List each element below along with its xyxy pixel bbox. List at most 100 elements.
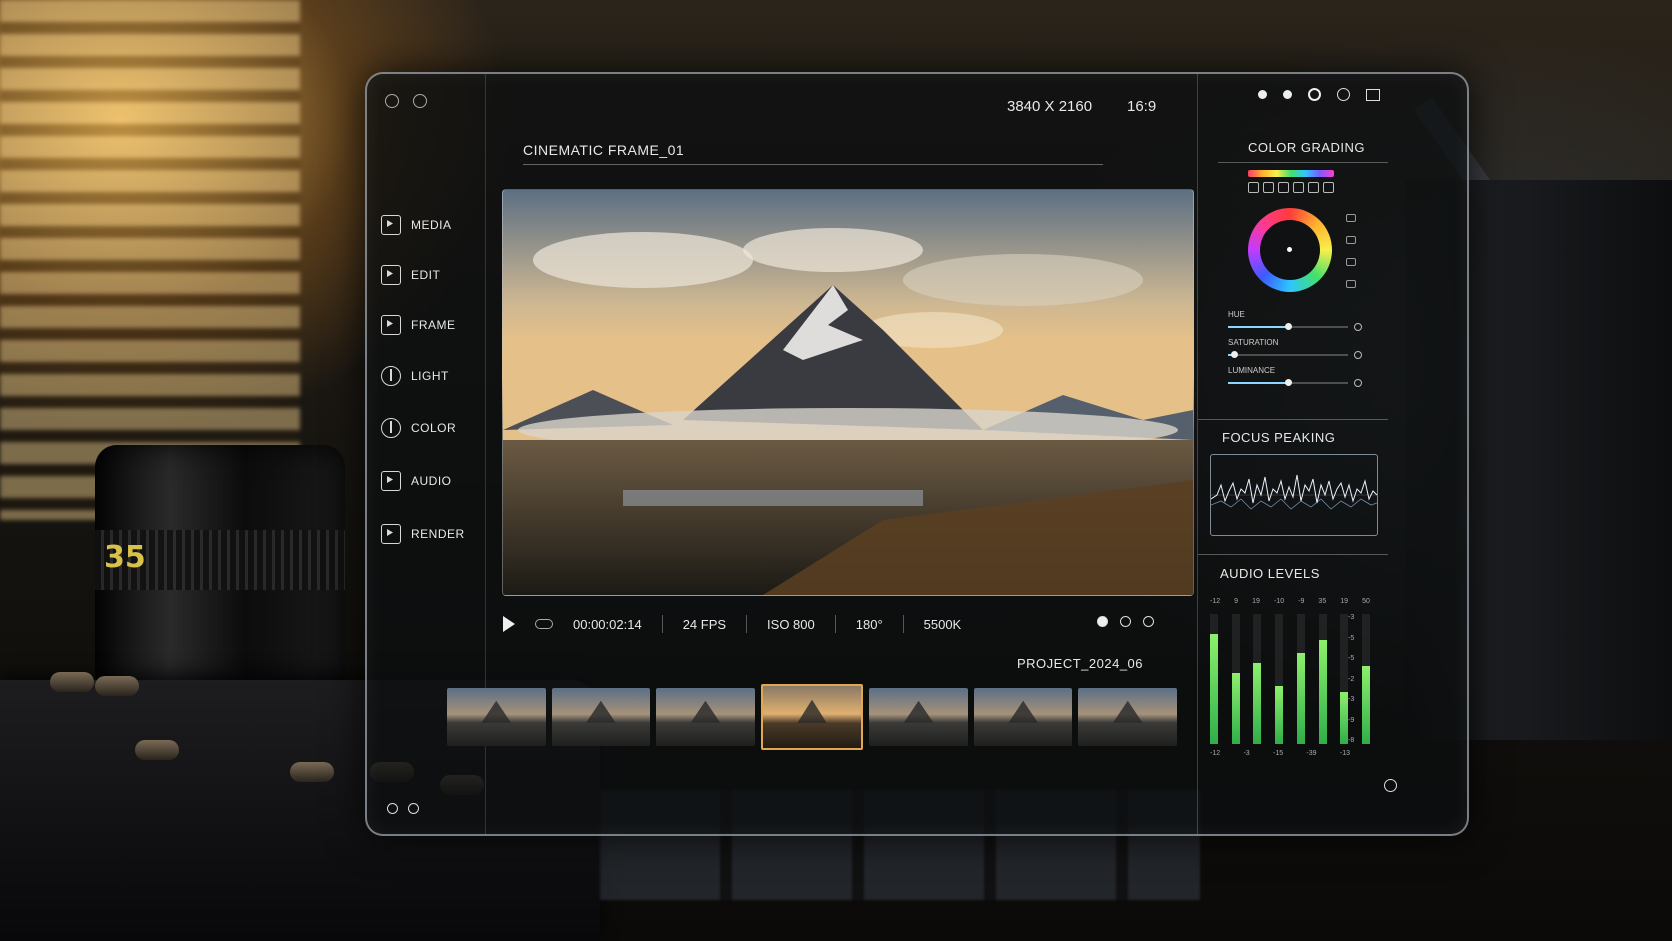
divider (661, 615, 663, 633)
slider-reset-icon[interactable] (1354, 351, 1362, 359)
audio-tick-label: -39 (1306, 750, 1317, 757)
tool-icon[interactable] (1323, 182, 1334, 193)
fps-setting[interactable]: 24 FPS (683, 617, 726, 632)
audio-tick-label: 50 (1362, 598, 1370, 605)
status-dot[interactable] (387, 803, 398, 814)
filmstrip (447, 682, 1178, 752)
corner-icon[interactable] (1384, 779, 1397, 792)
window-controls (1258, 88, 1380, 101)
project-name: PROJECT_2024_06 (1017, 656, 1144, 671)
waveform-graph (1211, 474, 1377, 510)
luminance-slider[interactable] (1228, 379, 1348, 386)
slider-reset-icon[interactable] (1354, 323, 1362, 331)
slider-label: HUE (1228, 310, 1245, 319)
audio-meter (1253, 614, 1262, 744)
filmstrip-thumbnail[interactable] (447, 688, 546, 746)
play-icon[interactable] (503, 616, 515, 632)
hue-slider[interactable] (1228, 323, 1348, 330)
filmstrip-thumbnail[interactable] (551, 688, 651, 746)
light-icon (381, 366, 401, 386)
edit-icon (381, 265, 401, 285)
audio-tick-label: -5 (1348, 655, 1355, 662)
tool-icon[interactable] (1263, 182, 1274, 193)
transport-bar: 00:00:02:14 24 FPS ISO 800 180° 5500K (485, 604, 1203, 644)
media-icon (381, 215, 401, 235)
sidebar-item-frame[interactable]: FRAME (381, 308, 473, 342)
page-dot[interactable] (1143, 616, 1154, 627)
audio-meter-level (1253, 663, 1262, 744)
status-dot[interactable] (408, 803, 419, 814)
saturation-slider[interactable] (1228, 351, 1348, 358)
preview-viewer[interactable] (502, 189, 1194, 596)
filmstrip-thumbnail[interactable] (760, 684, 864, 750)
tool-icon[interactable] (1248, 182, 1259, 193)
sidebar-item-audio[interactable]: AUDIO (381, 464, 473, 498)
wheel-control-icon[interactable] (1346, 236, 1356, 244)
editor-panel: MEDIA EDIT FRAME LIGHT COLOR AUDIO RENDER CINE… (365, 72, 1469, 836)
filmstrip-thumbnail[interactable] (869, 688, 968, 746)
audio-icon (381, 471, 401, 491)
page-dot[interactable] (1120, 616, 1131, 627)
audio-meter-level (1210, 633, 1218, 744)
slider-knob[interactable] (1231, 351, 1238, 358)
slider-reset-icon[interactable] (1354, 379, 1362, 387)
wheel-control-icon[interactable] (1346, 258, 1356, 266)
window-dot[interactable] (1258, 90, 1267, 99)
filmstrip-thumbnail[interactable] (973, 688, 1073, 746)
sidebar-item-render[interactable]: RENDER (381, 517, 473, 551)
audio-tick-label: -5 (1348, 634, 1355, 642)
timecode[interactable]: 00:00:02:14 (573, 617, 642, 632)
shutter-setting[interactable]: 180° (856, 617, 883, 632)
record-icon[interactable] (1308, 88, 1321, 101)
audio-meter-level (1231, 672, 1240, 744)
tool-icon[interactable] (1293, 182, 1304, 193)
wheel-control-icon[interactable] (1346, 280, 1356, 288)
slider-knob[interactable] (1285, 323, 1292, 330)
tool-icon[interactable] (1308, 182, 1319, 193)
audio-tick-label: -3 (1348, 696, 1355, 703)
expand-icon[interactable] (1366, 88, 1380, 101)
audio-meter (1318, 614, 1327, 744)
divider (746, 615, 748, 633)
color-grading-title: COLOR GRADING (1248, 140, 1366, 155)
page-dot[interactable] (1097, 616, 1108, 627)
audio-tick-label: -3 (1348, 614, 1355, 621)
color-wheel[interactable] (1248, 208, 1332, 292)
sidebar-item-light[interactable]: LIGHT (381, 359, 473, 393)
sidebar-item-color[interactable]: COLOR (381, 411, 473, 445)
slider-knob[interactable] (1285, 379, 1292, 386)
color-icon (381, 418, 401, 438)
color-wheel-picker[interactable] (1287, 247, 1292, 252)
audio-meter (1361, 614, 1370, 744)
audio-meter-level (1275, 685, 1284, 744)
aspect-ratio-readout: 16:9 (1127, 98, 1157, 115)
window-dot[interactable] (1283, 90, 1292, 99)
settings-icon[interactable] (413, 94, 427, 108)
audio-meters (1210, 614, 1370, 744)
frame-icon (381, 315, 401, 335)
render-icon (381, 524, 401, 544)
audio-tick-label: -3 (1243, 750, 1250, 757)
audio-tick-label: 19 (1252, 598, 1260, 605)
audio-tick-label: -10 (1273, 598, 1285, 605)
loop-icon[interactable] (535, 619, 553, 629)
sidebar-item-media[interactable]: MEDIA (381, 208, 473, 242)
filmstrip-thumbnail[interactable] (656, 688, 755, 746)
white-balance-setting[interactable]: 5500K (924, 617, 962, 632)
sidebar-item-edit[interactable]: EDIT (381, 258, 473, 292)
focus-peaking-title: FOCUS PEAKING (1222, 430, 1336, 445)
close-icon[interactable] (385, 94, 399, 108)
tool-icon[interactable] (1278, 182, 1289, 193)
audio-levels-title: AUDIO LEVELS (1220, 566, 1320, 581)
wheel-control-icon[interactable] (1346, 214, 1356, 222)
circle-icon[interactable] (1337, 88, 1350, 101)
audio-meter (1231, 614, 1240, 744)
audio-meter (1275, 614, 1284, 744)
color-spectrum[interactable] (1248, 170, 1334, 177)
iso-setting[interactable]: ISO 800 (767, 617, 815, 632)
sidebar-item-label: RENDER (411, 527, 465, 541)
sidebar-item-label: COLOR (411, 421, 457, 435)
focus-peaking-scope[interactable] (1210, 454, 1378, 536)
filmstrip-thumbnail[interactable] (1078, 688, 1178, 746)
color-tools (1248, 182, 1334, 193)
